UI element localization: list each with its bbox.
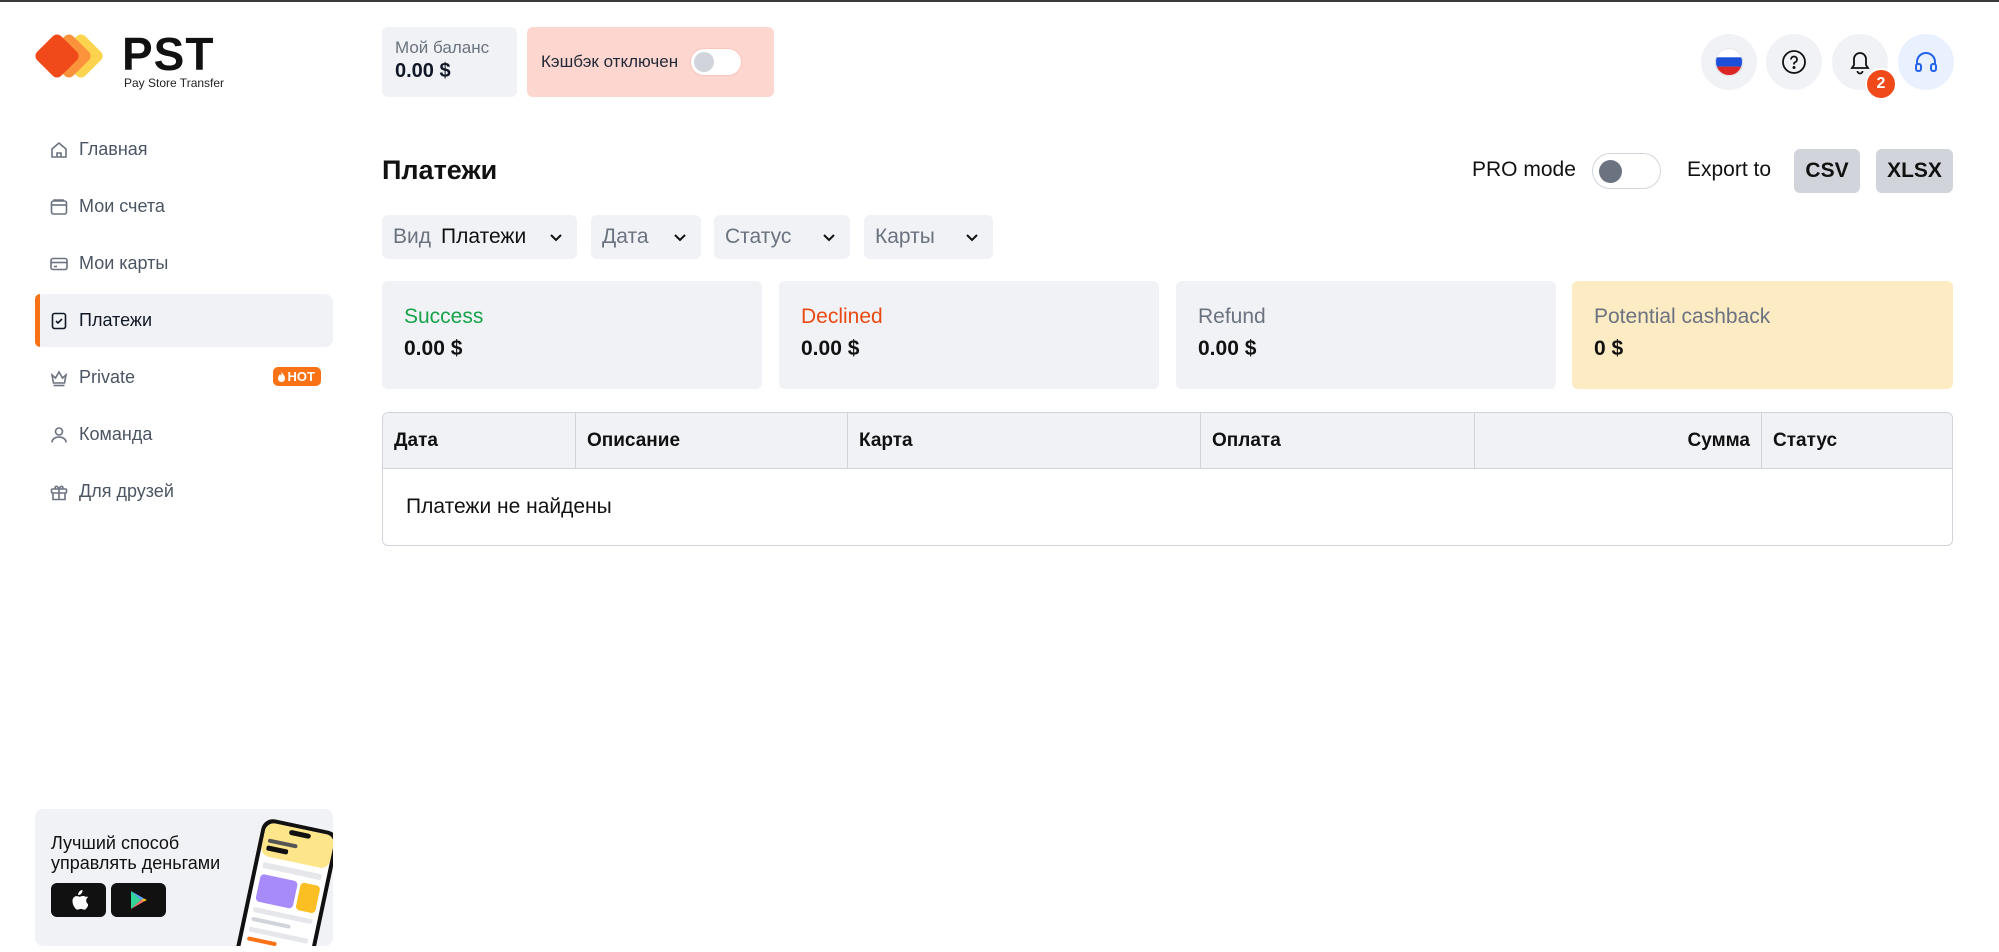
date-filter-select[interactable]: Дата — [591, 215, 701, 259]
sidebar-item-label: Главная — [79, 139, 148, 159]
support-button[interactable] — [1898, 34, 1954, 90]
gift-icon — [49, 482, 69, 502]
sidebar-item-home[interactable]: Главная — [35, 123, 333, 176]
cashback-widget: Кэшбэк отключен — [527, 27, 774, 97]
card-title: Success — [404, 305, 484, 328]
sidebar-item-label: Для друзей — [79, 481, 174, 501]
sidebar-item-accounts[interactable]: Мои счета — [35, 180, 333, 233]
google-play-button[interactable] — [111, 883, 166, 917]
hot-badge-label: HOT — [287, 369, 315, 384]
apple-icon — [71, 890, 88, 910]
card-amount: 0.00 $ — [404, 337, 463, 360]
sidebar-item-label: Мои счета — [79, 196, 165, 216]
pro-mode-toggle[interactable] — [1592, 153, 1661, 189]
card-title: Declined — [801, 305, 883, 328]
cashback-toggle[interactable] — [690, 48, 743, 76]
sidebar-nav: Главная Мои счета Мои карты Платежи Priv… — [35, 123, 333, 522]
column-header-description[interactable]: Описание — [575, 413, 847, 469]
app-promo-banner[interactable]: Лучший способ управлять деньгами — [35, 809, 333, 946]
refund-summary-card: Refund 0.00 $ — [1176, 281, 1556, 389]
logo-mark-icon — [35, 34, 103, 78]
user-icon — [49, 425, 69, 445]
bell-icon — [1850, 52, 1870, 75]
brand-logo[interactable]: PST Pay Store Transfer — [34, 29, 234, 93]
chevron-down-icon — [674, 234, 686, 242]
sidebar-item-friends[interactable]: Для друзей — [35, 465, 333, 518]
sidebar-item-label: Команда — [79, 424, 153, 444]
sidebar-item-cards[interactable]: Мои карты — [35, 237, 333, 290]
filter-label: Дата — [602, 225, 649, 248]
google-play-icon — [130, 891, 147, 909]
empty-state-message: Платежи не найдены — [406, 495, 612, 518]
page-title: Платежи — [382, 155, 498, 185]
logo-tagline: Pay Store Transfer — [124, 76, 225, 90]
chevron-down-icon — [823, 234, 835, 242]
sidebar-item-label: Мои карты — [79, 253, 169, 273]
language-button[interactable] — [1701, 34, 1757, 90]
help-button[interactable] — [1766, 34, 1822, 90]
filter-label: Карты — [875, 225, 935, 248]
balance-caption: Мой баланс — [395, 38, 490, 57]
card-title: Potential cashback — [1594, 305, 1771, 328]
filter-label: Статус — [725, 225, 792, 248]
export-csv-button[interactable]: CSV — [1794, 149, 1860, 193]
window-top-border — [0, 0, 1999, 2]
export-xlsx-button[interactable]: XLSX — [1876, 149, 1953, 193]
headset-icon — [1915, 52, 1937, 72]
column-header-card[interactable]: Карта — [847, 413, 1200, 469]
crown-icon — [49, 368, 69, 388]
card-amount: 0.00 $ — [1198, 337, 1257, 360]
card-title: Refund — [1198, 305, 1266, 328]
toggle-knob — [694, 52, 715, 72]
success-summary-card: Success 0.00 $ — [382, 281, 762, 389]
column-header-status[interactable]: Статус — [1761, 413, 1952, 469]
chevron-down-icon — [550, 234, 562, 242]
view-filter-select[interactable]: Вид Платежи — [382, 215, 577, 259]
column-header-date[interactable]: Дата — [383, 413, 575, 469]
hot-badge: HOT — [272, 367, 321, 386]
sidebar-item-payments[interactable]: Платежи — [35, 294, 333, 347]
chevron-down-icon — [966, 234, 978, 242]
filter-label: Вид — [393, 225, 431, 248]
sidebar-item-label: Платежи — [79, 310, 153, 330]
sidebar-item-private[interactable]: Private HOT — [35, 351, 333, 404]
sidebar-item-label: Private — [79, 367, 136, 387]
cards-filter-select[interactable]: Карты — [864, 215, 993, 259]
receipt-icon — [49, 311, 69, 331]
column-header-amount[interactable]: Сумма — [1474, 413, 1761, 469]
russia-flag-icon — [1715, 48, 1743, 76]
promo-text: Лучший способ управлять деньгами — [51, 833, 221, 873]
pro-mode-label: PRO mode — [1472, 158, 1576, 181]
sidebar-item-team[interactable]: Команда — [35, 408, 333, 461]
status-filter-select[interactable]: Статус — [714, 215, 850, 259]
balance-value: 0.00 $ — [395, 60, 451, 82]
column-header-payment[interactable]: Оплата — [1200, 413, 1474, 469]
balance-widget[interactable]: Мой баланс 0.00 $ — [382, 27, 517, 97]
card-amount: 0 $ — [1594, 337, 1624, 360]
table-header: Дата Описание Карта Оплата Сумма Статус — [383, 413, 1952, 469]
notification-count-badge: 2 — [1865, 68, 1897, 100]
phone-mockup-image — [232, 819, 333, 946]
potential-cashback-card: Potential cashback 0 $ — [1572, 281, 1953, 389]
help-icon — [1782, 50, 1806, 74]
declined-summary-card: Declined 0.00 $ — [779, 281, 1159, 389]
toggle-knob — [1599, 160, 1622, 183]
home-icon — [49, 140, 69, 160]
export-label: Export to — [1687, 158, 1772, 181]
app-store-button[interactable] — [51, 883, 106, 917]
card-icon — [49, 254, 69, 274]
flame-icon — [277, 370, 285, 382]
wallet-icon — [49, 197, 69, 217]
card-amount: 0.00 $ — [801, 337, 860, 360]
cashback-status-label: Кэшбэк отключен — [541, 52, 679, 71]
filter-value: Платежи — [441, 225, 527, 248]
payments-table: Дата Описание Карта Оплата Сумма Статус … — [382, 412, 1953, 546]
logo-text: PST — [122, 28, 215, 80]
